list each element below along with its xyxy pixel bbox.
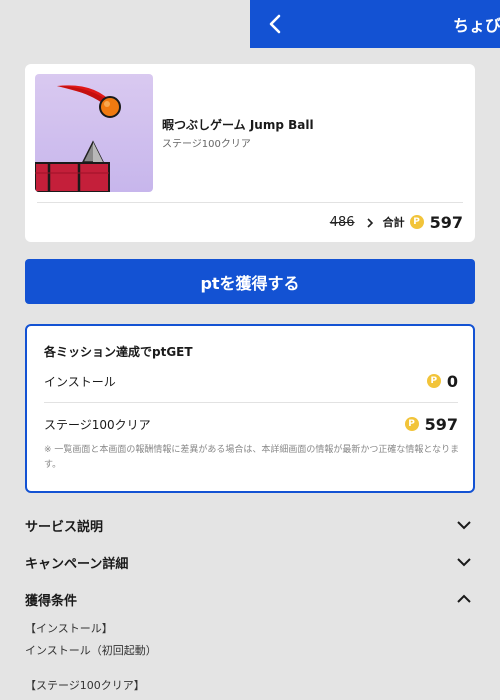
disclaimer-note: ※ 一覧画面と本画面の報酬情報に差異がある場合は、本詳細画面の情報が最新かつ正確…	[44, 445, 460, 470]
game-thumbnail	[35, 74, 153, 192]
total-label: 合計	[382, 216, 405, 229]
coin-icon: P	[409, 215, 424, 229]
divider	[37, 202, 463, 203]
chevron-left-icon[interactable]	[264, 11, 286, 37]
get-points-button[interactable]: ptを獲得する	[25, 259, 475, 304]
top-bar: ちょびリッチ	[250, 0, 500, 48]
mission-label: ステージ100クリア	[44, 417, 151, 432]
offer-card: 暇つぶしゲーム Jump Ball ステージ100クリア 486 合計 P 59…	[25, 64, 475, 242]
chevron-up-icon	[457, 594, 471, 603]
accordion-label: 獲得条件	[25, 593, 78, 609]
offer-subtitle: ステージ100クリア	[162, 139, 251, 150]
jump-ball-game-icon	[35, 74, 153, 192]
chevron-down-icon	[457, 521, 471, 530]
coin-icon: P	[404, 417, 419, 431]
divider	[44, 402, 458, 403]
mission-label: インストール	[44, 374, 116, 389]
accordion-campaign-details[interactable]: キャンペーン詳細	[25, 550, 475, 574]
mission-title: 各ミッション達成でptGET	[44, 345, 193, 359]
points-row: 486 合計 P 597	[330, 212, 463, 232]
accordion-service-description[interactable]: サービス説明	[25, 513, 475, 537]
mission-box: 各ミッション達成でptGET インストール P 0 ステージ100クリア P 5…	[25, 324, 475, 493]
offer-title: 暇つぶしゲーム Jump Ball	[162, 118, 314, 132]
mission-row: インストール P 0	[44, 370, 458, 392]
old-points: 486	[329, 214, 355, 230]
mission-value: P 597	[404, 414, 458, 434]
mission-points: 597	[424, 414, 458, 434]
accordion-label: サービス説明	[25, 519, 104, 535]
total-points: 597	[429, 212, 463, 232]
coin-icon: P	[426, 374, 441, 388]
condition-text: インストール（初回起動）	[25, 644, 157, 657]
page-title: ちょびリッチ	[453, 16, 500, 35]
condition-heading: 【ステージ100クリア】	[25, 679, 145, 692]
chevron-down-icon	[457, 558, 471, 567]
accordion-acquisition-conditions[interactable]: 獲得条件	[25, 587, 475, 611]
condition-heading: 【インストール】	[25, 622, 113, 635]
mission-row: ステージ100クリア P 597	[44, 413, 458, 435]
mission-value: P 0	[426, 371, 458, 391]
chevron-right-icon	[367, 218, 373, 228]
accordion-label: キャンペーン詳細	[25, 556, 129, 572]
mission-points: 0	[446, 371, 458, 391]
